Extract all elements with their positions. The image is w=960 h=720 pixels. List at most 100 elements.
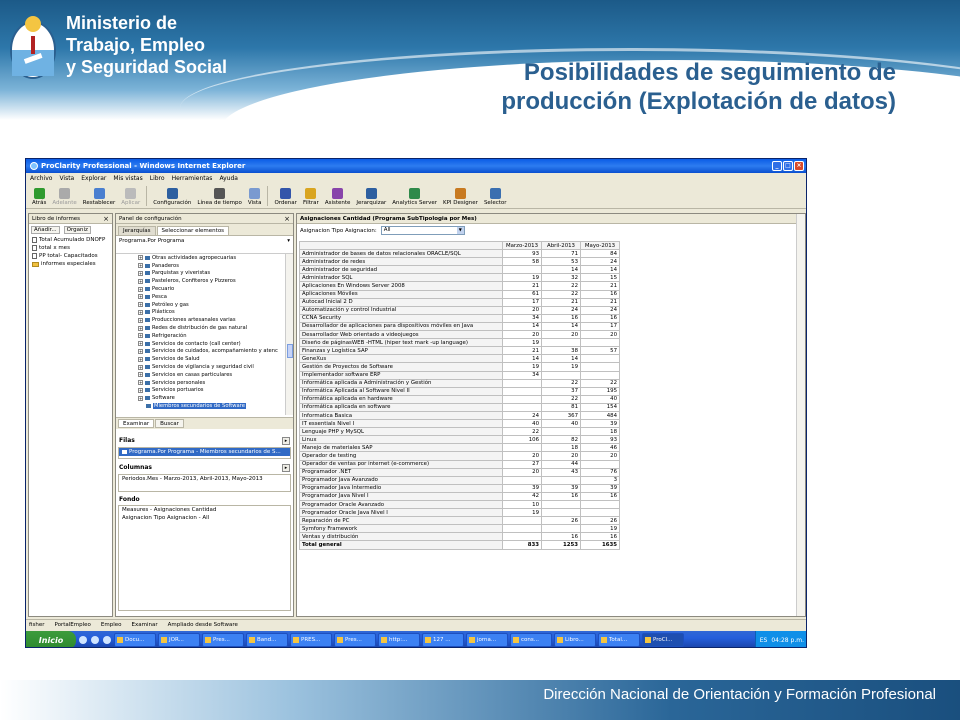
row-header[interactable]: Manejo de materiales SAP [299, 443, 503, 453]
row-header[interactable]: Aplicaciones En Windows Server 2008 [299, 281, 503, 291]
row-header[interactable]: Informática Aplicada al Software Nivel I… [299, 386, 503, 396]
expand-icon[interactable]: + [138, 364, 143, 370]
tree-item[interactable]: + Panaderos [116, 262, 293, 270]
tree-item[interactable]: + Servicios de Salud [116, 355, 293, 363]
tab-examinar[interactable]: Examinar [118, 419, 155, 428]
row-header[interactable]: Informatica Basica [299, 410, 503, 421]
language-indicator[interactable]: ES [760, 637, 768, 644]
tree-item[interactable]: + Servicios de cuidados, acompañamiento y… [116, 348, 293, 356]
taskbar-item[interactable]: Docu... [114, 633, 156, 647]
taskbar-item[interactable]: jorna... [466, 633, 508, 647]
config-close-icon[interactable]: × [284, 215, 290, 223]
row-header[interactable]: Programador .NET [299, 467, 503, 477]
row-header[interactable]: Informática aplicada en hardware [299, 394, 503, 404]
maximize-button[interactable]: □ [783, 161, 793, 171]
row-header[interactable]: IT essentials Nivel I [299, 419, 503, 429]
taskbar-item[interactable]: Pres... [202, 633, 244, 647]
fondo-value-asignacion[interactable]: Asignacion Tipo Asignacion - All [119, 514, 290, 522]
expand-icon[interactable]: + [138, 317, 143, 323]
libro-item[interactable]: Total Acumulado DNOFP [29, 236, 112, 244]
row-header[interactable]: Administrador de seguridad [299, 265, 503, 275]
column-header[interactable]: Abril-2013 [541, 240, 581, 251]
grid-scrollbar[interactable] [796, 214, 805, 616]
toolbar-button[interactable]: Ordenar [272, 188, 299, 206]
tree-item[interactable]: + Refrigeración [116, 332, 293, 340]
taskbar-item[interactable]: Pres... [334, 633, 376, 647]
toolbar-button[interactable]: Analytics Server [390, 188, 439, 206]
expand-icon[interactable]: + [138, 294, 143, 300]
tree-item[interactable]: + Servicios de vigilancia y seguridad civ… [116, 363, 293, 371]
row-header[interactable]: Linux [299, 435, 503, 445]
row-header[interactable]: Aplicaciones Móviles [299, 289, 503, 299]
tree-scroll-thumb[interactable] [287, 344, 293, 358]
menu-item[interactable]: Explorar [81, 175, 106, 182]
row-header[interactable]: Diseño de páginasWEB -HTML (hiper text m… [299, 338, 503, 348]
toolbar-button[interactable]: Jerarquizar [354, 188, 388, 206]
tree-item-selected[interactable]: Miembros secundarios de Software [116, 402, 293, 410]
tree-scrollbar[interactable] [285, 254, 293, 415]
fondo-value-measures[interactable]: Measures - Asignaciones Cantidad [119, 506, 290, 514]
tab-buscar[interactable]: Buscar [155, 419, 184, 428]
program-menu-icon[interactable]: ▾ [287, 238, 290, 244]
row-header[interactable]: Ventas y distribución [299, 532, 503, 542]
row-header[interactable]: Administrador SQL [299, 273, 503, 283]
row-header[interactable]: Symfony Framework [299, 524, 503, 534]
toolbar-button[interactable]: Atrás [30, 188, 48, 206]
expand-icon[interactable]: + [138, 278, 143, 284]
expand-icon[interactable]: + [138, 270, 143, 276]
taskbar-item[interactable]: http:... [378, 633, 420, 647]
row-header[interactable]: Programador Java Nivel I [299, 491, 503, 502]
taskbar-item[interactable]: cons... [510, 633, 552, 647]
expand-icon[interactable]: + [138, 372, 143, 378]
taskbar-item[interactable]: PRES... [290, 633, 332, 647]
menu-item[interactable]: Archivo [30, 175, 52, 182]
toolbar-button[interactable]: KPI Designer [441, 188, 480, 206]
toolbar-button[interactable]: Configuración [151, 188, 193, 206]
tree-item[interactable]: + Servicios portuarios [116, 387, 293, 395]
filas-value[interactable]: Programa.Por Programa - Miembros secunda… [119, 448, 290, 456]
row-header[interactable]: Programador Java Intermedio [299, 483, 503, 493]
toolbar-button[interactable]: Filtrar [301, 188, 321, 206]
row-header[interactable]: CCNA Security [299, 313, 503, 323]
row-header[interactable]: Administrador de redes [299, 257, 503, 267]
menu-item[interactable]: Herramientas [172, 175, 213, 182]
tab-jerarquias[interactable]: Jerarquías [118, 226, 156, 235]
tree-item[interactable]: + Petróleo y gas [116, 301, 293, 309]
row-header[interactable]: Operador de ventas por internet (e-comme… [299, 459, 503, 469]
libro-close-icon[interactable]: × [103, 215, 109, 223]
libro-item[interactable]: PP total- Capacitados [29, 252, 112, 260]
row-header[interactable]: Desarrollador de aplicaciones para dispo… [299, 321, 503, 332]
menu-item[interactable]: Vista [59, 175, 74, 182]
tree-item[interactable]: + Servicios personales [116, 379, 293, 387]
row-header[interactable]: Automatización y control Industrial [299, 305, 503, 315]
column-header[interactable]: Mayo-2013 [580, 240, 620, 251]
row-header[interactable]: Lenguaje PHP y MySQL [299, 427, 503, 437]
tree-item[interactable]: + Software [116, 394, 293, 402]
row-header[interactable]: Programador Java Avanzado [299, 475, 503, 485]
quicklaunch-icon[interactable] [103, 636, 111, 644]
taskbar-item[interactable]: 127 ... [422, 633, 464, 647]
toolbar-button[interactable]: Adelante [50, 188, 78, 206]
expand-icon[interactable]: + [138, 325, 143, 331]
row-header[interactable]: Programador Oracle Avanzado [299, 499, 503, 510]
expand-icon[interactable]: + [138, 380, 143, 386]
row-header[interactable]: Administrador de bases de datos relacion… [299, 249, 503, 259]
row-header[interactable]: GeneXus [299, 354, 503, 364]
row-header[interactable]: Programador Oracle Java Nivel I [299, 508, 503, 518]
row-header[interactable]: Informática aplicada en software [299, 402, 503, 412]
taskbar-item[interactable]: Libro... [554, 633, 596, 647]
expand-icon[interactable]: + [138, 286, 143, 292]
expand-icon[interactable]: + [138, 341, 143, 347]
toolbar-button[interactable]: Aplicar [119, 188, 142, 206]
row-header[interactable]: Autocad Inicial 2 D [299, 297, 503, 307]
libro-item[interactable]: informes especiales [29, 260, 112, 268]
filter-dropdown-icon[interactable]: ▼ [456, 227, 464, 234]
row-header[interactable]: Operador de testing [299, 451, 503, 461]
minimize-button[interactable]: _ [772, 161, 782, 171]
menu-item[interactable]: Mis vistas [113, 175, 142, 182]
row-header[interactable]: Implementador software ERP [299, 370, 503, 380]
taskbar-item[interactable]: Total... [598, 633, 640, 647]
expand-icon[interactable]: + [138, 333, 143, 339]
toolbar-button[interactable]: Restablecer [81, 188, 117, 206]
tree-item[interactable]: + Otras actividades agropecuarias [116, 254, 293, 262]
